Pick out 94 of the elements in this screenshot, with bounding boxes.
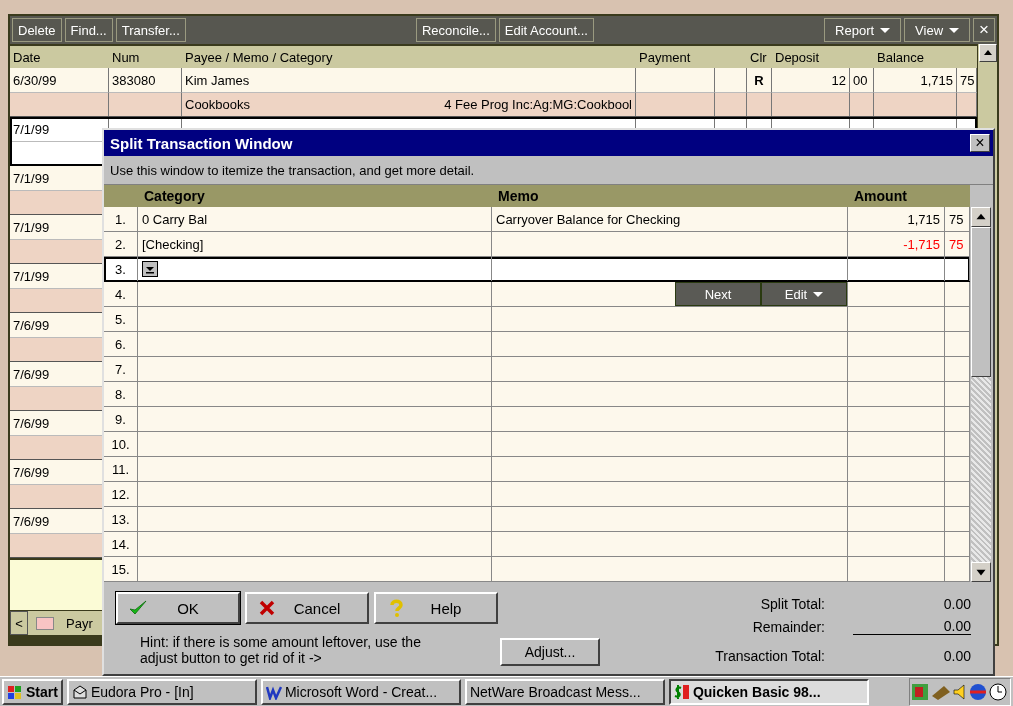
category-cell: Cookbooks (185, 97, 251, 112)
cleared-mark: R (754, 72, 764, 88)
line-number: 8. (115, 386, 126, 402)
line-number: 2. (115, 236, 126, 252)
toolbar-button[interactable]: View (904, 18, 971, 42)
column-header[interactable]: Payee / Memo / Category (182, 49, 636, 65)
toolbar-button[interactable]: Transfer... (115, 18, 186, 42)
amount-cents-cell: 75 (949, 236, 964, 252)
toolbar-button[interactable]: Find... (64, 18, 113, 42)
column-header[interactable]: Balance (874, 49, 977, 65)
taskbar-button[interactable]: Eudora Pro - [In] (66, 678, 257, 705)
tab-scroll-button[interactable]: < (10, 611, 28, 635)
line-button[interactable]: Edit (761, 282, 847, 306)
line-number: 7. (115, 361, 126, 377)
line-number: 10. (111, 436, 130, 452)
dialog-button[interactable]: OK (116, 592, 240, 624)
toolbar-button[interactable]: Edit Account... (498, 18, 594, 42)
column-header[interactable]: Deposit (772, 49, 874, 65)
memo-cell: Carryover Balance for Checking (496, 211, 681, 227)
instructions-text: Use this window to itemize the transaction, and get more detail. (110, 162, 475, 178)
date-cell: 6/30/99 (13, 72, 57, 88)
dropdown-icon[interactable] (142, 261, 158, 277)
line-number: 11. (111, 461, 130, 477)
scroll-up-icon[interactable] (971, 207, 991, 227)
dialog-button[interactable]: Help (374, 592, 498, 624)
total-value: 0.00 (942, 595, 971, 612)
column-header[interactable]: Date (10, 49, 109, 65)
balance-cell: 1,715 (920, 72, 953, 88)
category-detail: 4 Fee Prog Inc:Ag:MG:Cookbool (444, 97, 632, 112)
taskbar-button[interactable]: Microsoft Word - Creat... (260, 678, 461, 705)
date-cell: 7/6/99 (13, 513, 50, 529)
total-value: 0.00 (942, 647, 971, 664)
date-cell: 7/1/99 (13, 121, 50, 137)
dollar-sign-icon (673, 683, 690, 700)
category-cell: [Checking] (142, 236, 204, 252)
line-number: 3. (115, 261, 126, 277)
scroll-down-icon[interactable] (971, 562, 991, 582)
date-cell: 7/1/99 (13, 170, 50, 186)
column-header: Category (143, 188, 206, 204)
adjust-button[interactable]: Adjust... (500, 638, 600, 666)
date-cell: 7/6/99 (13, 415, 50, 431)
line-number: 13. (111, 511, 130, 527)
caret-icon (880, 27, 891, 33)
taskbar-button[interactable]: NetWare Broadcast Mess... (464, 678, 665, 705)
line-number: 6. (115, 336, 126, 352)
dialog-button[interactable]: Cancel (245, 592, 369, 624)
column-header[interactable]: Payment (636, 49, 747, 65)
total-label: Remainder: (752, 618, 825, 635)
mailbox-icon (71, 683, 88, 700)
line-button[interactable]: Next (675, 282, 761, 306)
x-mark-icon (257, 598, 277, 618)
total-value: 0.00 (853, 618, 971, 635)
line-number: 5. (115, 311, 126, 327)
line-number: 14. (111, 536, 130, 552)
column-header[interactable]: Clr (747, 49, 772, 65)
column-header: Memo (497, 188, 540, 204)
close-button[interactable]: × (973, 18, 995, 42)
windows-logo-icon (7, 683, 23, 700)
category-cell: 0 Carry Bal (142, 211, 208, 227)
column-header[interactable]: Num (109, 49, 182, 65)
hint-text: Hint: if there is some amount leftover, use the adjust button to get rid of it -> (139, 634, 422, 666)
payee-cell: Kim James (185, 72, 250, 88)
num-cell: 383080 (112, 72, 156, 88)
amount-cell: 1,715 (907, 211, 940, 227)
deposit-cents-cell: 00 (853, 72, 868, 88)
scroll-thumb[interactable] (971, 227, 991, 377)
scroll-up-icon[interactable] (978, 44, 997, 62)
date-cell: 7/1/99 (13, 268, 50, 284)
taskbar-button[interactable]: Quicken Basic 98... (668, 678, 869, 705)
toolbar-button[interactable]: Delete (12, 18, 62, 42)
amount-cents-cell: 75 (949, 211, 964, 227)
deposit-cell: 12 (831, 72, 846, 88)
date-cell: 7/6/99 (13, 366, 50, 382)
start-button[interactable]: Start (2, 678, 63, 705)
caret-icon (813, 291, 824, 297)
date-cell: 7/6/99 (13, 317, 50, 333)
line-number: 4. (115, 286, 126, 302)
date-cell: 7/6/99 (13, 464, 50, 480)
column-header: Amount (853, 188, 908, 204)
line-number: 12. (111, 486, 130, 502)
caret-icon (949, 27, 960, 33)
balance-cents-cell: 75 (960, 72, 975, 88)
window-title: Split Transaction Window (110, 134, 293, 152)
total-label: Transaction Total: (715, 647, 825, 664)
line-number: 9. (115, 411, 126, 427)
toolbar-button[interactable]: Report (824, 18, 902, 42)
toolbar-button[interactable]: Reconcile... (415, 18, 496, 42)
close-button[interactable]: × (970, 134, 990, 152)
line-number: 15. (111, 561, 130, 577)
date-cell: 7/1/99 (13, 219, 50, 235)
total-label: Split Total: (760, 595, 825, 612)
amount-cell: -1,715 (903, 236, 940, 252)
line-number: 1. (115, 211, 126, 227)
register-row[interactable]: 6/30/99 383080 Kim James R 12 00 1,715 75 Cookbooks 4 Fee Prog Inc:Ag:MG:Cookbool (10, 68, 977, 117)
